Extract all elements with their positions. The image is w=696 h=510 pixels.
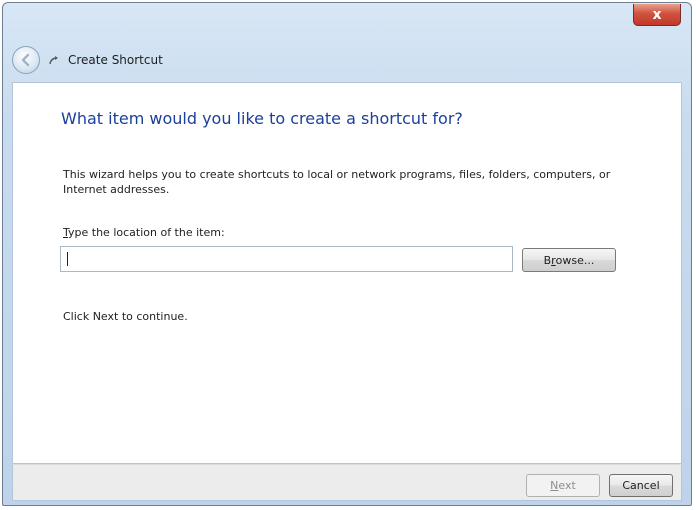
- close-button[interactable]: x: [633, 4, 681, 26]
- back-button[interactable]: [12, 46, 40, 74]
- next-label-rest: ext: [558, 479, 576, 492]
- next-button[interactable]: Next: [526, 474, 600, 497]
- text-caret: [67, 252, 68, 266]
- wizard-content: What item would you like to create a sho…: [12, 82, 682, 464]
- back-arrow-icon: [21, 53, 30, 67]
- location-input[interactable]: [60, 246, 513, 272]
- title-bar[interactable]: x: [3, 3, 691, 41]
- wizard-description: This wizard helps you to create shortcut…: [63, 168, 611, 196]
- cancel-button[interactable]: Cancel: [609, 474, 673, 497]
- next-label-accel: N: [550, 479, 559, 492]
- browse-button[interactable]: Br owse...: [522, 248, 616, 272]
- continue-instruction: Click Next to continue.: [63, 310, 188, 323]
- location-field-label: Type the location of the item:: [63, 226, 225, 239]
- page-heading: What item would you like to create a sho…: [61, 109, 463, 128]
- create-shortcut-window: x Create Shortcut What item would you li…: [2, 2, 692, 506]
- location-label-text: ype the location of the item:: [68, 226, 225, 239]
- shortcut-arrow-icon: [48, 54, 60, 66]
- close-icon[interactable]: x: [652, 7, 661, 23]
- browse-label-end: owse...: [555, 253, 595, 267]
- wizard-footer: Next Cancel: [12, 464, 682, 501]
- browse-label-start: B: [543, 253, 552, 267]
- wizard-nav: Create Shortcut: [12, 45, 163, 75]
- window-title: Create Shortcut: [68, 53, 163, 67]
